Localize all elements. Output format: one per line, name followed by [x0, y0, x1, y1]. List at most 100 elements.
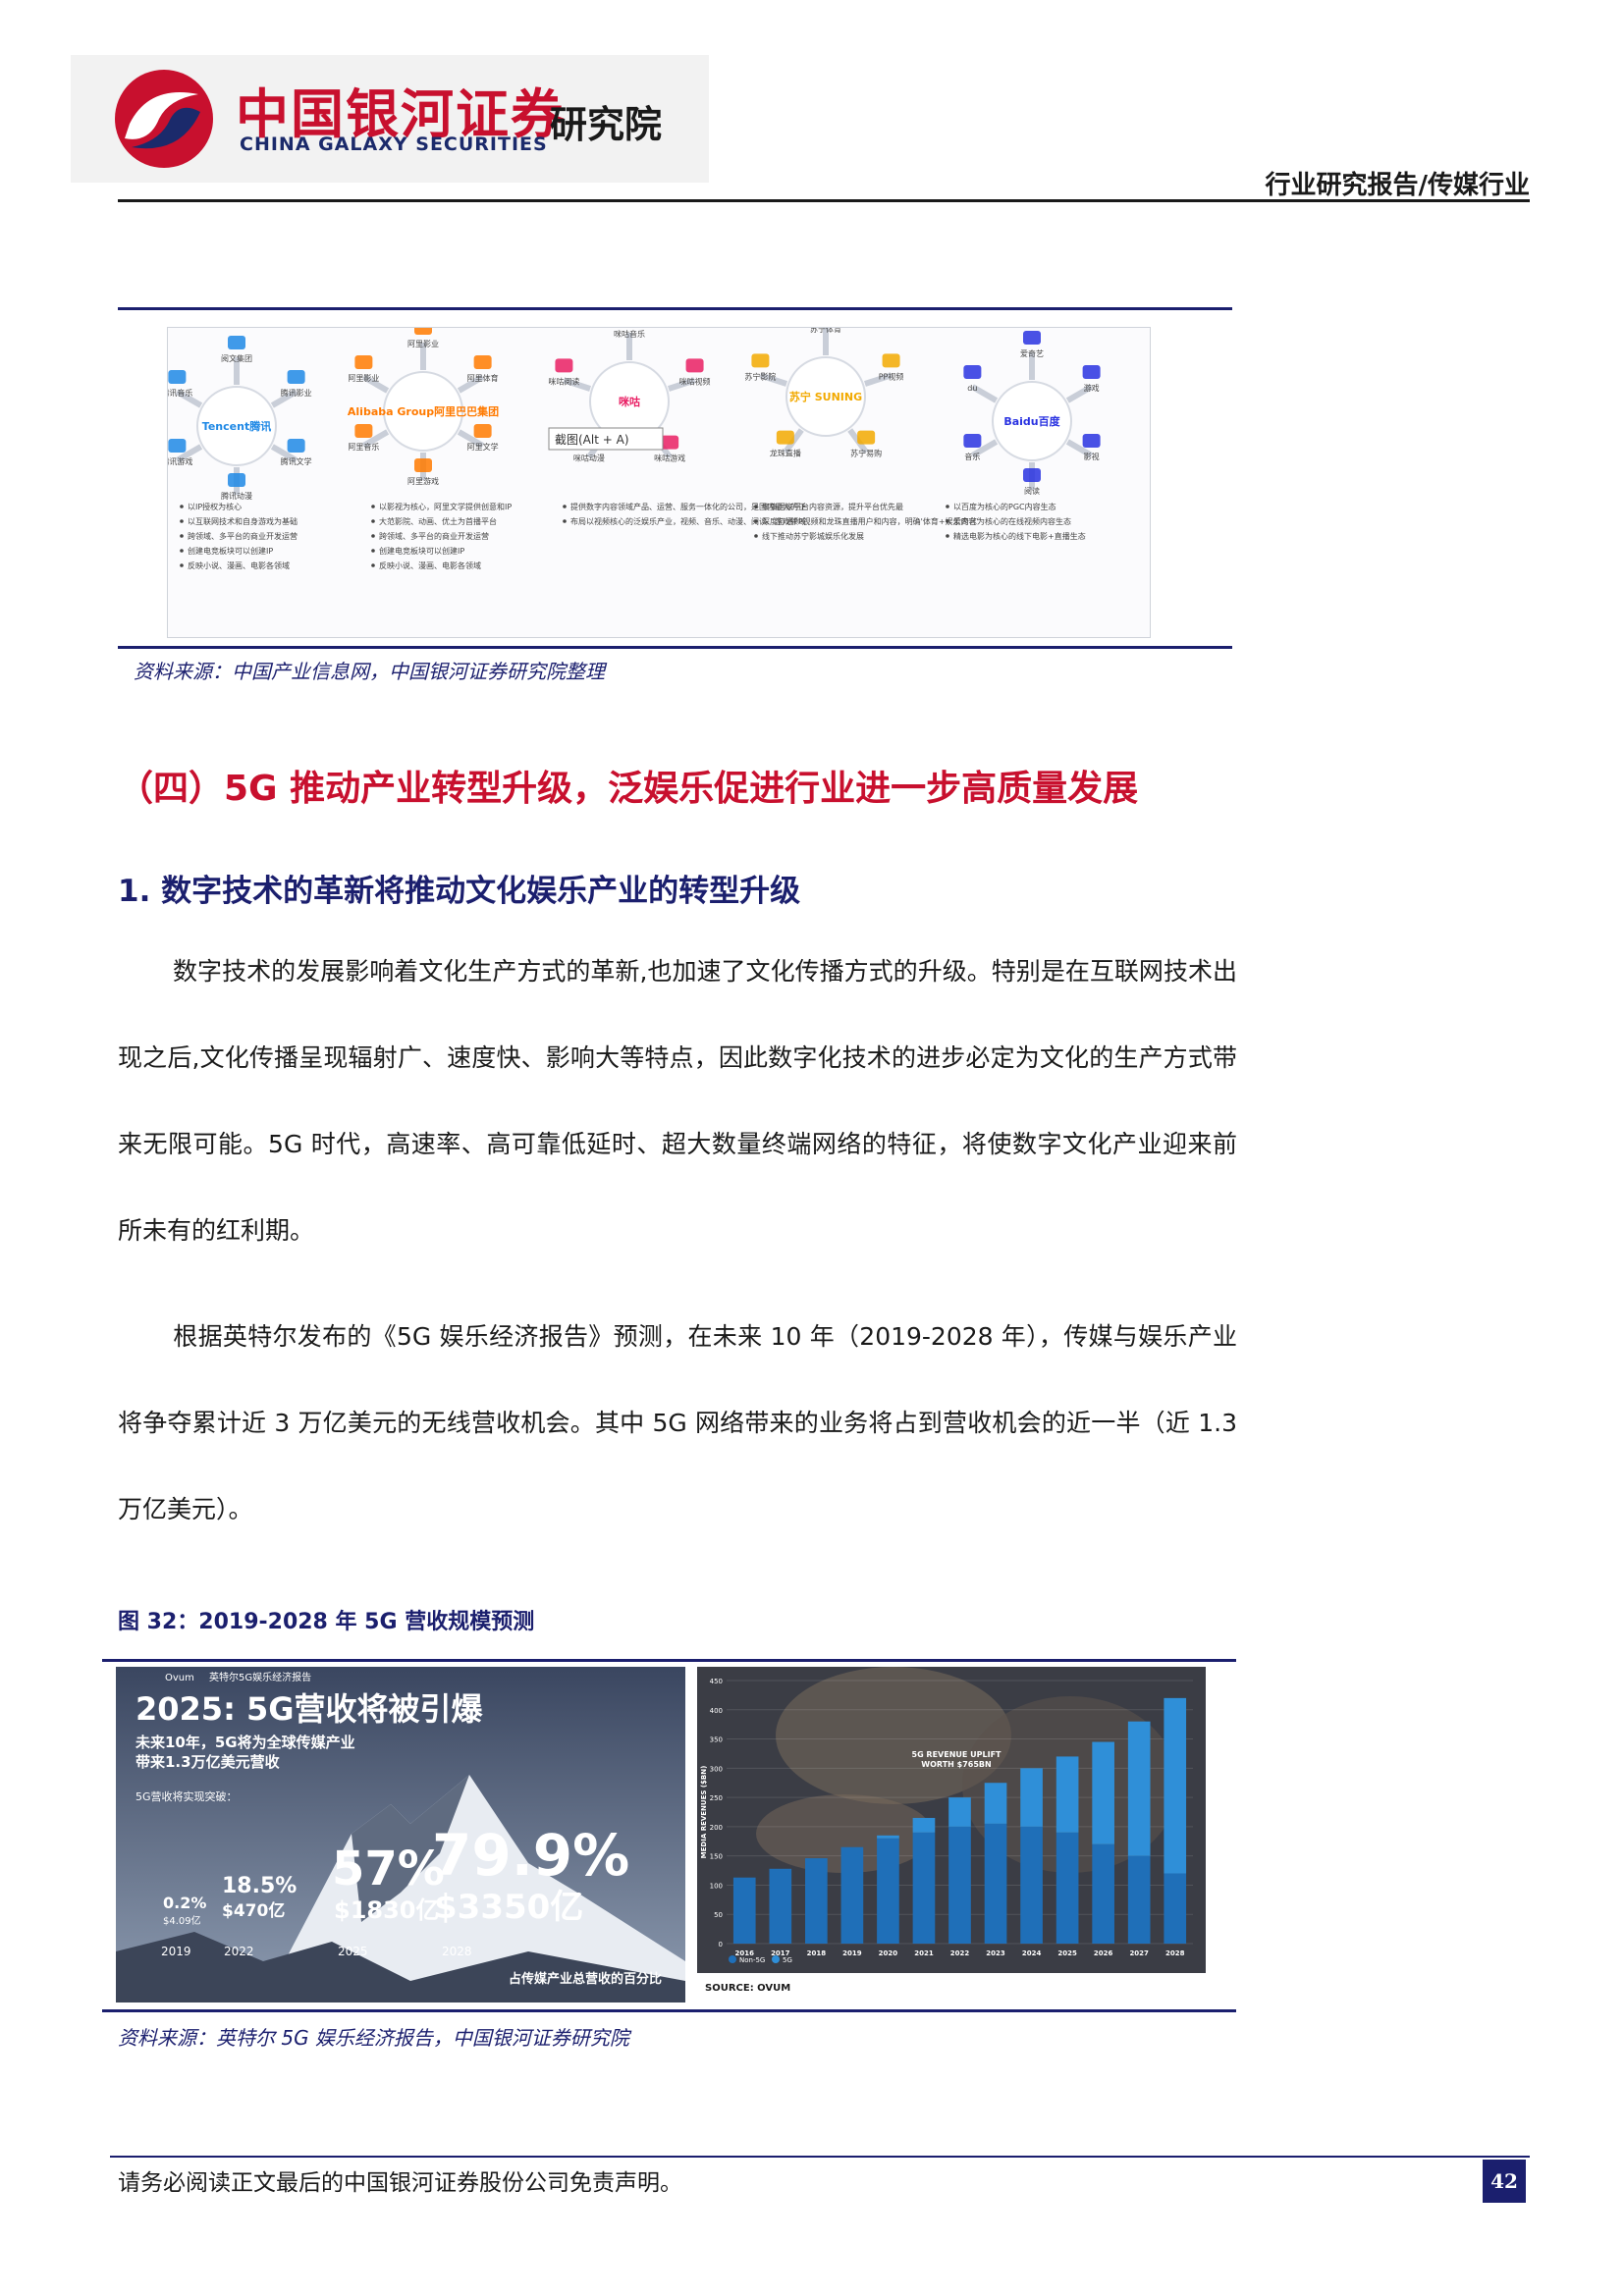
y-tick-label: 450: [710, 1678, 723, 1685]
point-2025-year: 2025: [338, 1945, 368, 1958]
5g-revenue-bar-chart: 050100150200250300350400450 2016 2017 2018…: [697, 1667, 1206, 2002]
bullet-text: 反映小说、漫画、电影各领域: [188, 561, 290, 570]
x-tick-label: 2022: [950, 1949, 970, 1957]
y-tick-label: 250: [710, 1794, 723, 1802]
infographic-caption: 英特尔5G娱乐经济报告: [209, 1671, 311, 1683]
paragraph-1-text: 数字技术的发展影响着文化生产方式的革新,也加速了文化传播方式的升级。特别是在互联…: [118, 957, 1237, 1245]
logo-institute-name: 研究院: [550, 103, 663, 146]
app-icon: [882, 353, 900, 368]
chart-y-axis-label: MEDIA REVENUES ($BN): [700, 1766, 708, 1859]
bar-non-5g-2025: [1056, 1832, 1079, 1944]
point-2019-amt: $4.09亿: [163, 1914, 201, 1927]
spoke-label: 音乐: [964, 452, 980, 461]
x-tick-label: 2021: [914, 1949, 934, 1957]
app-icon: [287, 439, 305, 453]
bullet-dot: [180, 534, 184, 538]
spoke-label: 咪咕视频: [679, 376, 711, 386]
bar-non-5g-2020: [877, 1838, 899, 1944]
bullet-dot: [946, 534, 949, 538]
bullet-dot: [754, 505, 758, 508]
header-divider: [118, 199, 1530, 202]
app-icon: [228, 473, 245, 487]
bar-5g-2022: [948, 1797, 971, 1827]
bullet-dot: [371, 563, 375, 567]
spoke-label: 咪咕阅读: [548, 376, 579, 386]
app-icon: [963, 434, 982, 448]
app-icon: [287, 370, 305, 384]
app-icon: [857, 430, 876, 445]
app-icon: [354, 424, 373, 438]
x-tick-label: 2025: [1057, 1949, 1077, 1957]
bullet-text: 精选电影为核心的线下电影+直播生态: [953, 531, 1086, 541]
spoke-label: 阿里文学: [467, 442, 499, 452]
figure1-bottom-rule: [118, 646, 1232, 649]
app-icon: [414, 321, 432, 335]
hub-name: Tencent腾讯: [202, 419, 271, 433]
bar-non-5g-2019: [840, 1846, 864, 1944]
ecosystem-hub-1: 阿里影业阿里体育阿里文学阿里游戏阿里音乐阿里影业Alibaba Group阿里巴…: [348, 321, 512, 570]
legend-label: Non-5G: [739, 1956, 765, 1964]
app-icon: [473, 424, 492, 438]
bar-5g-2021: [912, 1817, 936, 1833]
bar-non-5g-2022: [948, 1826, 971, 1944]
app-icon: [685, 358, 704, 373]
galaxy-logo-icon: [115, 70, 213, 168]
hub-name: 咪咕: [619, 395, 640, 408]
app-icon: [1023, 331, 1041, 345]
figure2-source: 资料来源：英特尔 5G 娱乐经济报告，中国银河证券研究院: [118, 2026, 629, 2050]
paragraph-2: 根据英特尔发布的《5G 娱乐经济报告》预测，在未来 10 年（2019-2028…: [118, 1294, 1237, 1553]
bullet-dot: [371, 534, 375, 538]
figure1-source: 资料来源：中国产业信息网，中国银河证券研究院整理: [134, 660, 605, 683]
ecosystem-hub-3: 苏宁体育 PP视频苏宁易购 龙珠直播 苏宁影院苏宁 SUNING 聚集国家平台内容资源，…: [744, 306, 979, 541]
section-title: （四）5G 推动产业转型升级，泛娱乐促进行业进一步高质量发展: [118, 769, 1139, 809]
paragraph-2-text: 根据英特尔发布的《5G 娱乐经济报告》预测，在未来 10 年（2019-2028…: [118, 1322, 1237, 1523]
point-2028-pct: 79.9%: [432, 1822, 629, 1889]
bar-5g-2024: [1020, 1768, 1043, 1827]
y-tick-label: 300: [710, 1765, 723, 1773]
bullet-dot: [754, 519, 758, 523]
bar-non-5g-2023: [984, 1823, 1007, 1944]
bullet-dot: [371, 549, 375, 553]
page-number: 42: [1483, 2160, 1526, 2203]
y-tick-label: 0: [719, 1941, 723, 1949]
spoke-label: 阿里影业: [407, 339, 439, 348]
app-icon: [168, 439, 187, 453]
bullet-dot: [371, 519, 375, 523]
hub-name: Baidu百度: [1003, 414, 1060, 428]
bullet-text: 爱奇艺为核心的在线视频内容生态: [953, 516, 1071, 526]
point-2022-year: 2022: [224, 1945, 254, 1958]
app-icon: [414, 458, 432, 472]
y-tick-label: 200: [710, 1824, 723, 1832]
bar-non-5g-2026: [1092, 1843, 1114, 1944]
infographic-sub2: 带来1.3万亿美元营收: [135, 1753, 280, 1771]
x-tick-label: 2018: [807, 1949, 827, 1957]
logo-english-name: CHINA GALAXY SECURITIES: [240, 133, 548, 155]
bullet-dot: [180, 519, 184, 523]
legend-swatch: [772, 1955, 780, 1963]
app-icon: [354, 355, 373, 369]
figure1-top-rule: [118, 307, 1232, 310]
bullet-text: 以IP授权为核心: [188, 502, 242, 511]
y-tick-label: 400: [710, 1707, 723, 1715]
infographic-sub1: 未来10年，5G将为全球传媒产业: [135, 1734, 355, 1751]
bar-5g-2020: [877, 1835, 899, 1839]
x-tick-label: 2023: [986, 1949, 1005, 1957]
infographic-sub3: 5G营收将实现突破：: [135, 1789, 238, 1803]
chart-title: 5G REVENUE UPLIFT WORTH $765BN: [912, 1750, 1002, 1769]
5g-infographic-panel: Ovum 英特尔5G娱乐经济报告 2025: 5G营收将被引爆 未来10年，5G…: [116, 1667, 685, 2002]
bar-5g-2026: [1092, 1741, 1114, 1844]
spoke-label: 阅文集团: [221, 353, 252, 363]
point-2028-year: 2028: [442, 1945, 472, 1958]
point-2025-amt: $1830亿: [334, 1896, 440, 1924]
screenshot-tooltip: 截图(Alt + A): [548, 427, 664, 451]
spoke-label: PP视频: [879, 371, 904, 381]
bullet-text: 以百度为核心的PGC内容生态: [953, 502, 1056, 511]
y-tick-label: 350: [710, 1736, 723, 1744]
infographic-bottom-caption: 占传媒产业总营收的百分比: [509, 1971, 662, 1987]
bar-5g-2025: [1056, 1756, 1079, 1833]
disclaimer-note: 请务必阅读正文最后的中国银河证券股份公司免责声明。: [118, 2170, 682, 2196]
spoke-label: 苏宁体育: [810, 328, 841, 334]
subsection-title: 1. 数字技术的革新将推动文化娱乐产业的转型升级: [118, 874, 801, 909]
bullet-text: 反映小说、漫画、电影各领域: [379, 561, 481, 570]
bullet-text: 线下推动苏宁影城娱乐化发展: [762, 531, 864, 541]
